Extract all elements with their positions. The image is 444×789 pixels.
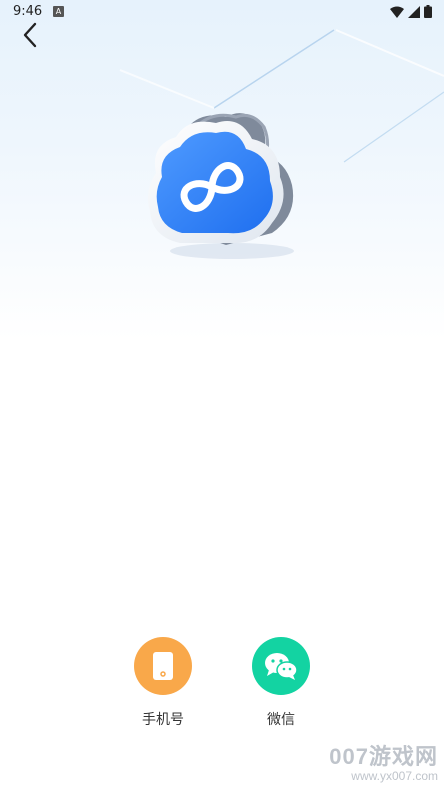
- login-options: 手机号 微信: [0, 637, 444, 729]
- battery-icon: [424, 5, 432, 18]
- status-time: 9:46: [13, 4, 43, 19]
- watermark-brand: 007游戏网: [329, 744, 438, 769]
- wechat-login-option[interactable]: 微信: [251, 637, 311, 729]
- watermark-url: www.yx007.com: [351, 769, 438, 783]
- back-button[interactable]: [16, 20, 44, 50]
- cloud-infinity-icon: [148, 113, 294, 259]
- notification-a-icon: A: [53, 6, 64, 17]
- watermark: 007游戏网 www.yx007.com: [329, 744, 438, 784]
- status-bar: 9:46 A: [0, 0, 444, 24]
- status-icons: [390, 5, 432, 18]
- wechat-login-button[interactable]: [252, 637, 310, 695]
- wechat-icon: [265, 653, 298, 680]
- phone-login-button[interactable]: [134, 637, 192, 695]
- phone-login-label: 手机号: [142, 712, 184, 728]
- wifi-icon: [390, 6, 404, 18]
- login-screen: 9:46 A 手机号 微信 007游戏网 www.yx007.com: [0, 0, 444, 789]
- chevron-left-icon: [23, 22, 37, 48]
- wechat-login-label: 微信: [267, 712, 295, 728]
- signal-icon: [408, 5, 420, 18]
- phone-icon: [153, 652, 173, 680]
- phone-login-option[interactable]: 手机号: [133, 637, 193, 729]
